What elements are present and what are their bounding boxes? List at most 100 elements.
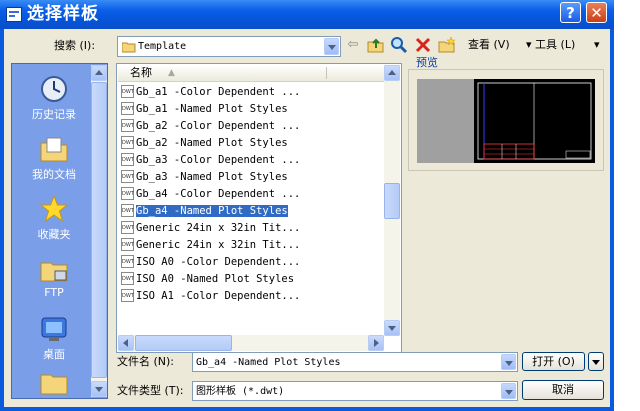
filetype-dropdown-button[interactable]: [501, 383, 516, 399]
file-list-hscrollbar[interactable]: [118, 335, 384, 351]
view-menu[interactable]: 查看 (V): [468, 38, 510, 52]
back-icon[interactable]: ⇦: [344, 36, 362, 54]
preview-image-frame: [417, 79, 595, 163]
location-value: Template: [138, 41, 187, 52]
file-name: ISO A0 -Named Plot Styles: [136, 273, 295, 285]
file-name: Gb_a2 -Named Plot Styles: [136, 137, 288, 149]
file-name: Gb_a4 -Named Plot Styles: [136, 205, 288, 217]
help-button[interactable]: ?: [560, 2, 581, 23]
place-documents[interactable]: 我的文档: [16, 134, 92, 182]
scroll-left-button[interactable]: [118, 335, 134, 351]
tools-dropdown-icon[interactable]: ▾: [594, 38, 600, 52]
place-label: 我的文档: [32, 168, 76, 181]
place-history[interactable]: 历史记录: [16, 74, 92, 122]
scroll-thumb[interactable]: [91, 82, 107, 378]
tools-menu-label: 工具 (L): [535, 38, 576, 51]
file-name: ISO A1 -Color Dependent...: [136, 290, 301, 302]
file-row[interactable]: DWT Gb_a2 -Color Dependent ...: [121, 118, 317, 134]
dwt-file-icon: DWT: [121, 238, 134, 251]
search-label: 搜索 (I):: [54, 39, 96, 52]
preview-panel: [408, 69, 604, 171]
dialog-window: 选择样板 ? ✕ 搜索 (I): Template ⇦ 查看 (V) ▾ 工具 …: [0, 0, 614, 411]
location-dropdown-button[interactable]: [324, 38, 339, 55]
file-row[interactable]: DWT Generic 24in x 32in Tit...: [121, 220, 317, 236]
file-row[interactable]: DWT ISO A0 -Named Plot Styles: [121, 271, 317, 287]
close-button[interactable]: ✕: [586, 2, 607, 23]
place-label: 历史记录: [32, 108, 76, 121]
delete-icon[interactable]: [414, 36, 432, 54]
file-row[interactable]: DWT Gb_a4 -Named Plot Styles: [121, 203, 317, 219]
file-list-vscrollbar[interactable]: [384, 65, 400, 336]
file-name: ISO A0 -Color Dependent...: [136, 256, 301, 268]
dialog-title: 选择样板: [27, 4, 99, 24]
file-name: Generic 24in x 32in Tit...: [136, 222, 301, 234]
filetype-combo[interactable]: 图形样板 (*.dwt): [192, 381, 518, 401]
scroll-thumb[interactable]: [384, 183, 400, 219]
dwt-file-icon: DWT: [121, 187, 134, 200]
ftp-icon: [40, 262, 68, 282]
file-name: Gb_a4 -Color Dependent ...: [136, 188, 301, 200]
filename-value: Gb_a4 -Named Plot Styles: [196, 357, 341, 368]
filename-combo[interactable]: Gb_a4 -Named Plot Styles: [192, 352, 518, 372]
file-name: Gb_a3 -Color Dependent ...: [136, 154, 301, 166]
tools-menu[interactable]: ▾ 工具 (L): [526, 38, 575, 52]
dwt-file-icon: DWT: [121, 255, 134, 268]
template-preview-image: [474, 79, 595, 163]
file-row[interactable]: DWT ISO A0 -Color Dependent...: [121, 254, 317, 270]
dwt-file-icon: DWT: [121, 136, 134, 149]
place-desktop[interactable]: 桌面: [16, 314, 92, 362]
open-button[interactable]: 打开 (O): [522, 352, 585, 371]
file-row[interactable]: DWT Gb_a4 -Color Dependent ...: [121, 186, 317, 202]
file-name: Gb_a2 -Color Dependent ...: [136, 120, 301, 132]
place-label: FTP: [44, 286, 64, 299]
filename-label: 文件名 (N):: [117, 355, 175, 368]
place-favorites[interactable]: 收藏夹: [16, 194, 92, 242]
places-scrollbar[interactable]: [91, 65, 107, 397]
open-options-button[interactable]: [588, 352, 604, 371]
filetype-label: 文件类型 (T):: [117, 384, 184, 397]
file-list[interactable]: 名称 ▲ DWT Gb_a1 -Color Dependent ... DWT Gb_…: [116, 63, 402, 353]
place-label: 桌面: [43, 348, 65, 361]
column-header-label: 名称: [130, 66, 152, 79]
scroll-down-button[interactable]: [91, 381, 107, 397]
folder-icon: [122, 42, 136, 53]
dwt-file-icon: DWT: [121, 204, 134, 217]
file-row[interactable]: DWT Gb_a1 -Color Dependent ...: [121, 84, 317, 100]
scroll-thumb[interactable]: [135, 335, 232, 351]
documents-icon: [40, 137, 68, 162]
file-name: Gb_a3 -Named Plot Styles: [136, 171, 288, 183]
cancel-button[interactable]: 取消: [522, 380, 604, 400]
file-row[interactable]: DWT ISO A1 -Color Dependent...: [121, 288, 317, 304]
app-icon: [6, 7, 22, 22]
dwt-file-icon: DWT: [121, 221, 134, 234]
file-row[interactable]: DWT Gb_a3 -Color Dependent ...: [121, 152, 317, 168]
file-row[interactable]: DWT Gb_a3 -Named Plot Styles: [121, 169, 317, 185]
file-row[interactable]: DWT Gb_a2 -Named Plot Styles: [121, 135, 317, 151]
location-combo[interactable]: Template: [117, 36, 341, 57]
dwt-file-icon: DWT: [121, 170, 134, 183]
place-more[interactable]: [16, 370, 92, 402]
dwt-file-icon: DWT: [121, 85, 134, 98]
scroll-down-button[interactable]: [384, 320, 400, 336]
search-web-icon[interactable]: [390, 36, 408, 54]
scroll-up-button[interactable]: [91, 65, 107, 81]
desktop-icon: [41, 317, 67, 341]
places-bar: 历史记录 我的文档 收藏夹 FTP 桌面: [11, 63, 108, 399]
column-header-name[interactable]: 名称 ▲: [118, 65, 384, 82]
new-folder-icon[interactable]: [438, 36, 456, 54]
place-ftp[interactable]: FTP: [16, 254, 92, 299]
file-row[interactable]: DWT Gb_a1 -Named Plot Styles: [121, 101, 317, 117]
up-folder-icon[interactable]: [367, 36, 385, 54]
title-bar[interactable]: 选择样板 ? ✕: [0, 0, 614, 29]
sort-ascending-icon: ▲: [168, 68, 175, 78]
dwt-file-icon: DWT: [121, 102, 134, 115]
dialog-body: 搜索 (I): Template ⇦ 查看 (V) ▾ 工具 (L) ▾ 历史记…: [4, 29, 610, 407]
file-row[interactable]: DWT Generic 24in x 32in Tit...: [121, 237, 317, 253]
filename-dropdown-button[interactable]: [501, 354, 516, 370]
scroll-right-button[interactable]: [368, 335, 384, 351]
filetype-value: 图形样板 (*.dwt): [196, 386, 285, 397]
preview-label: 预览: [416, 56, 438, 69]
column-divider: [326, 67, 327, 79]
scroll-up-button[interactable]: [384, 65, 400, 81]
dwt-file-icon: DWT: [121, 119, 134, 132]
